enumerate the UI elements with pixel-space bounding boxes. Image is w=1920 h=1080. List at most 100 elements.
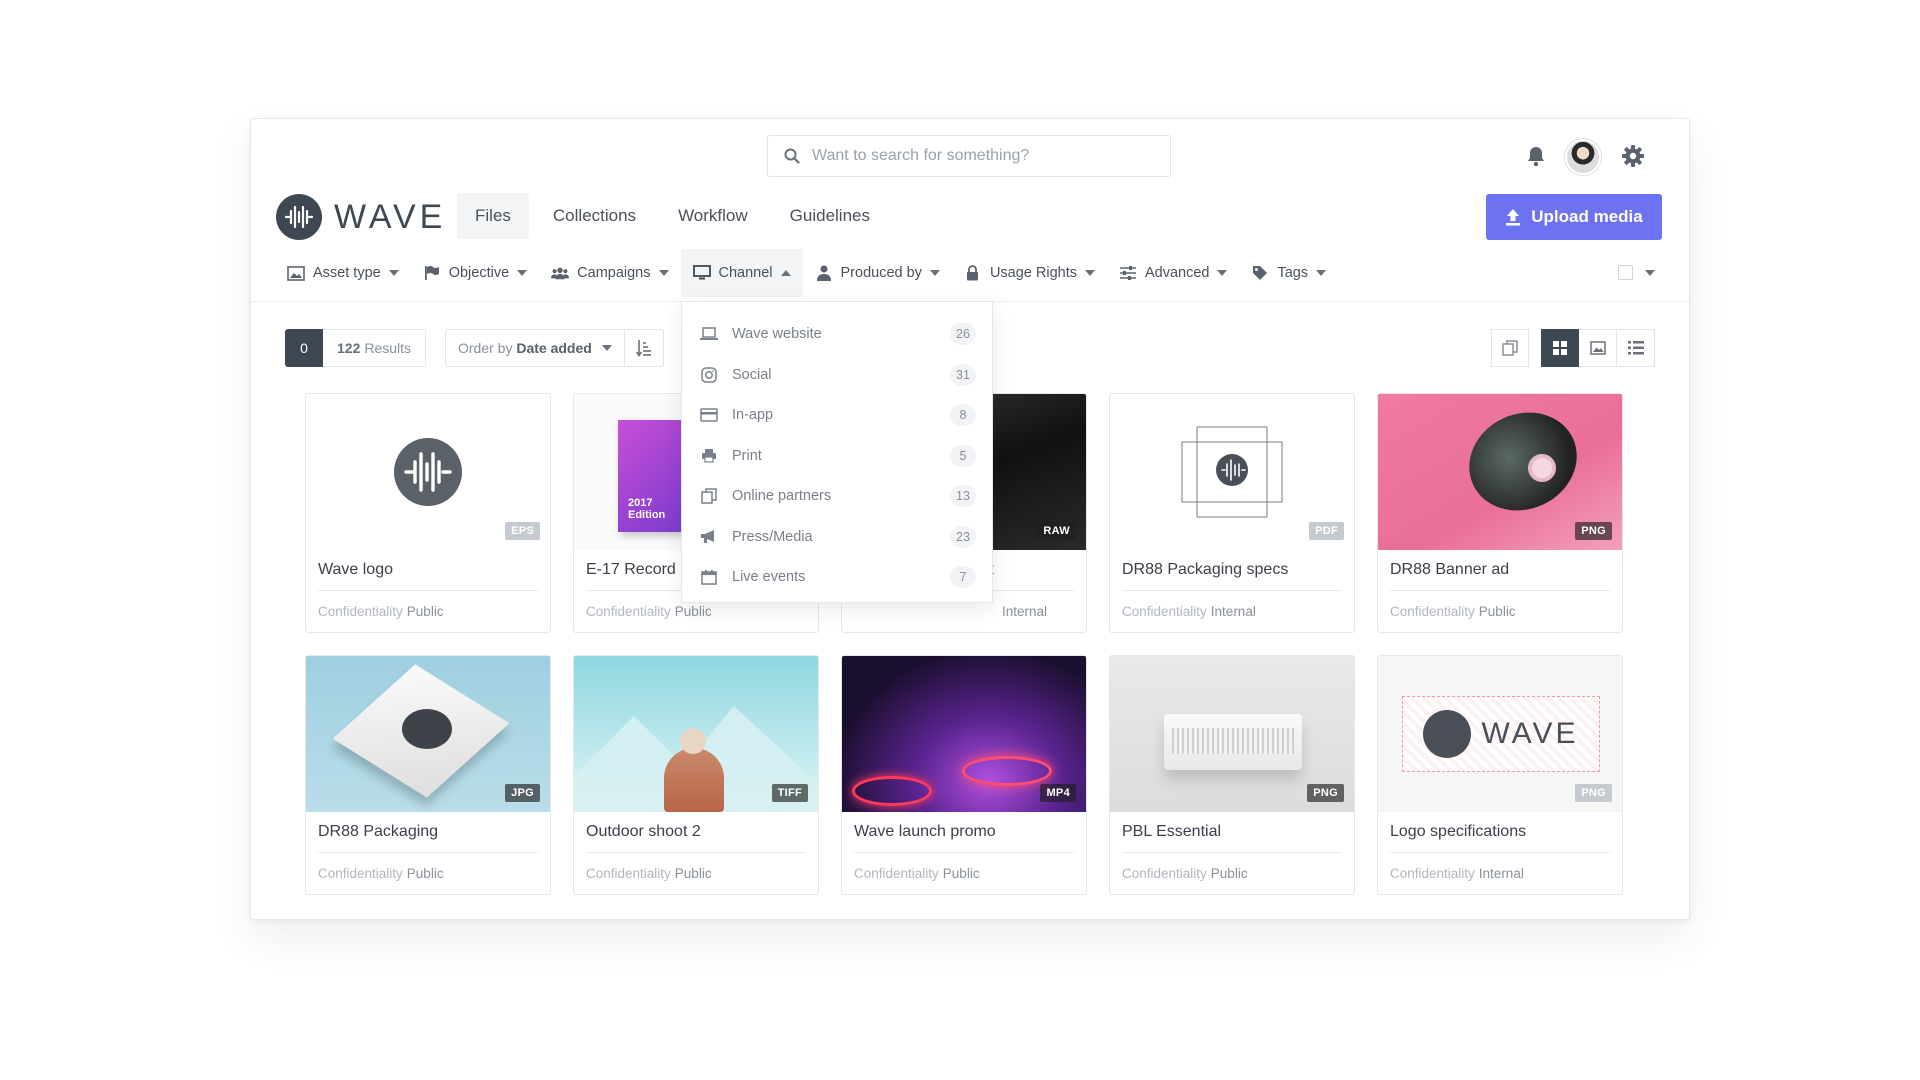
wave-logo-icon bbox=[1423, 710, 1472, 758]
filter-usage-rights[interactable]: Usage Rights bbox=[952, 249, 1107, 297]
avatar[interactable] bbox=[1564, 138, 1602, 176]
logo[interactable]: WAVE bbox=[276, 194, 446, 240]
bell-icon[interactable] bbox=[1523, 143, 1549, 169]
confidentiality-label: Confidentiality bbox=[318, 603, 403, 619]
asset-title: DR88 Packaging bbox=[318, 812, 538, 853]
asset-thumbnail: JPG bbox=[306, 656, 550, 812]
users-icon bbox=[551, 265, 570, 281]
dropdown-item-label: Online partners bbox=[732, 488, 832, 505]
wave-logo-icon bbox=[276, 194, 322, 240]
chevron-up-icon bbox=[780, 270, 791, 276]
asset-card[interactable]: PDF DR88 Packaging specs Confidentiality… bbox=[1109, 393, 1355, 633]
calendar-icon bbox=[700, 569, 718, 585]
chevron-down-icon[interactable] bbox=[1645, 269, 1655, 276]
copy-icon bbox=[1502, 340, 1518, 356]
dropdown-item-live-events[interactable]: Live events 7 bbox=[682, 557, 992, 598]
format-badge: PNG bbox=[1307, 784, 1344, 802]
confidentiality-value: Public bbox=[406, 865, 444, 881]
asset-thumbnail: EPS bbox=[306, 394, 550, 550]
tab-workflow[interactable]: Workflow bbox=[660, 193, 766, 239]
list-view-button[interactable] bbox=[1617, 329, 1655, 367]
results-label: Results bbox=[364, 340, 412, 356]
image-view-button[interactable] bbox=[1579, 329, 1617, 367]
headphones-illustration bbox=[1528, 454, 1556, 482]
person-illustration bbox=[1453, 395, 1593, 528]
filter-objective[interactable]: Objective bbox=[411, 249, 539, 297]
sort-icon bbox=[635, 340, 651, 357]
filter-label: Campaigns bbox=[577, 265, 651, 281]
confidentiality-label: Confidentiality bbox=[586, 603, 671, 619]
format-badge: RAW bbox=[1037, 522, 1076, 540]
asset-card[interactable]: JPG DR88 Packaging Confidentiality Public bbox=[305, 655, 551, 895]
asset-card[interactable]: PNG DR88 Banner ad Confidentiality Public bbox=[1377, 393, 1623, 633]
filter-campaigns[interactable]: Campaigns bbox=[539, 249, 680, 297]
selected-count-badge: 0 bbox=[285, 329, 323, 367]
confidentiality-value: Public bbox=[942, 865, 980, 881]
dropdown-item-count: 7 bbox=[950, 566, 976, 589]
chevron-down-icon bbox=[601, 345, 612, 351]
logo-spec-text: WAVE bbox=[1481, 717, 1579, 750]
tab-collections[interactable]: Collections bbox=[535, 193, 654, 239]
dropdown-item-press-media[interactable]: Press/Media 23 bbox=[682, 517, 992, 558]
tab-guidelines[interactable]: Guidelines bbox=[772, 193, 888, 239]
tab-files[interactable]: Files bbox=[457, 193, 529, 239]
format-badge: TIFF bbox=[771, 784, 808, 802]
user-icon bbox=[815, 265, 833, 281]
upload-media-button[interactable]: Upload media bbox=[1486, 194, 1662, 240]
laptop-icon bbox=[700, 326, 718, 342]
chevron-down-icon bbox=[658, 270, 669, 276]
filter-asset-type[interactable]: Asset type bbox=[275, 249, 411, 297]
select-all-control[interactable] bbox=[1618, 265, 1655, 280]
order-prefix: Order by bbox=[458, 340, 513, 356]
order-by-select[interactable]: Order by Date added bbox=[446, 330, 625, 366]
asset-title: DR88 Packaging specs bbox=[1122, 550, 1342, 591]
asset-thumbnail: TIFF bbox=[574, 656, 818, 812]
sort-direction-button[interactable] bbox=[625, 330, 663, 366]
dropdown-item-online-partners[interactable]: Online partners 13 bbox=[682, 476, 992, 517]
filter-label: Objective bbox=[448, 265, 510, 281]
confidentiality-value: Internal bbox=[1210, 603, 1256, 619]
dropdown-item-print[interactable]: Print 5 bbox=[682, 436, 992, 477]
dropdown-item-count: 31 bbox=[950, 363, 976, 386]
asset-card[interactable]: WAVE PNG Logo specifications Confidentia… bbox=[1377, 655, 1623, 895]
filter-tags[interactable]: Tags bbox=[1239, 249, 1338, 297]
chevron-down-icon bbox=[1084, 270, 1095, 276]
gear-icon[interactable] bbox=[1620, 143, 1646, 169]
search-input[interactable]: Want to search for something? bbox=[767, 135, 1171, 177]
logo-spec-frame: WAVE bbox=[1402, 696, 1600, 772]
asset-card[interactable]: PNG PBL Essential Confidentiality Public bbox=[1109, 655, 1355, 895]
confidentiality-value: Public bbox=[406, 603, 444, 619]
asset-thumbnail: MP4 bbox=[842, 656, 1086, 812]
search-placeholder: Want to search for something? bbox=[812, 147, 1030, 164]
confidentiality-label: Confidentiality bbox=[1122, 865, 1207, 881]
filter-advanced[interactable]: Advanced bbox=[1107, 249, 1240, 297]
printer-icon bbox=[700, 448, 718, 464]
grid-icon bbox=[1553, 341, 1567, 355]
filter-label: Channel bbox=[718, 265, 773, 281]
dropdown-item-count: 5 bbox=[950, 444, 976, 467]
dropdown-item-in-app[interactable]: In-app 8 bbox=[682, 395, 992, 436]
filter-channel[interactable]: Channel bbox=[680, 249, 803, 297]
dropdown-item-count: 23 bbox=[950, 525, 976, 548]
confidentiality-label: Confidentiality bbox=[854, 865, 939, 881]
grid-view-button[interactable] bbox=[1541, 329, 1579, 367]
duplicate-button[interactable] bbox=[1491, 329, 1529, 367]
confidentiality-value: Public bbox=[674, 603, 712, 619]
dropdown-item-label: Print bbox=[732, 447, 762, 464]
asset-card[interactable]: EPS Wave logo Confidentiality Public bbox=[305, 393, 551, 633]
search-icon bbox=[784, 148, 800, 164]
filter-label: Advanced bbox=[1144, 265, 1210, 281]
dropdown-item-count: 8 bbox=[950, 404, 976, 427]
speaker-illustration bbox=[1164, 714, 1302, 770]
tag-icon bbox=[1251, 265, 1269, 281]
flag-icon bbox=[423, 265, 441, 281]
asset-card[interactable]: MP4 Wave launch promo Confidentiality Pub… bbox=[841, 655, 1087, 895]
asset-card[interactable]: TIFF Outdoor shoot 2 Confidentiality Publ… bbox=[573, 655, 819, 895]
chevron-down-icon bbox=[517, 270, 528, 276]
dropdown-item-wave-website[interactable]: Wave website 26 bbox=[682, 314, 992, 355]
format-badge: PDF bbox=[1309, 522, 1344, 540]
filter-produced-by[interactable]: Produced by bbox=[803, 249, 952, 297]
asset-title: Outdoor shoot 2 bbox=[586, 812, 806, 853]
select-all-checkbox[interactable] bbox=[1618, 265, 1633, 280]
dropdown-item-social[interactable]: Social 31 bbox=[682, 355, 992, 396]
